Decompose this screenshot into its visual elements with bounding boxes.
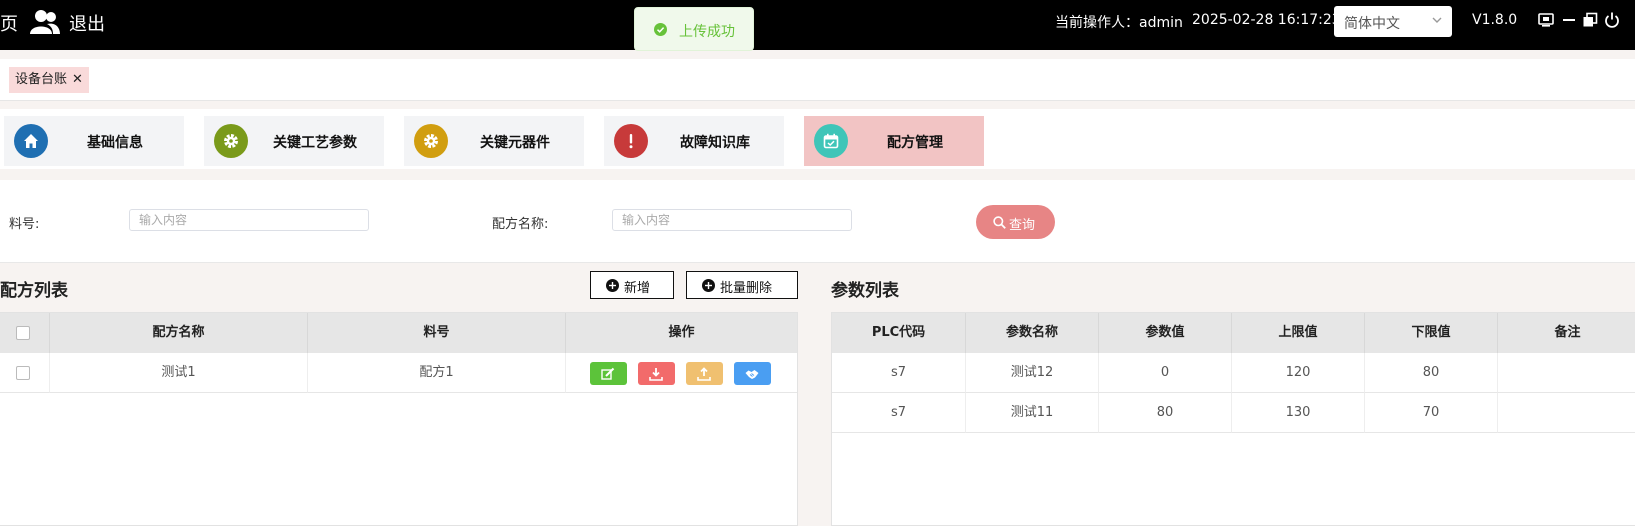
add-label: 新增 [624,281,651,296]
version-label: V1.8.0 [1472,12,1518,28]
module-key-process-params[interactable]: 关键工艺参数 [204,116,384,166]
param-value-cell: 80 [1099,393,1232,433]
home-link[interactable]: 页 [0,10,18,36]
module-recipe-management[interactable]: 配方管理 [804,116,984,166]
param-list-title: 参数列表 [831,281,899,301]
handshake-icon [745,370,759,379]
batch-delete-label: 批量删除 [720,281,773,296]
col-param-value: 参数值 [1099,313,1232,353]
recipe-name-input[interactable] [612,209,852,231]
close-icon[interactable]: ✕ [72,72,83,87]
query-button[interactable]: 查询 [976,205,1055,239]
param-name-cell: 测试11 [966,393,1099,433]
remark-cell [1498,353,1635,393]
module-key-components[interactable]: 关键元器件 [404,116,584,166]
col-lower-limit: 下限值 [1365,313,1498,353]
edit-button[interactable] [590,362,627,385]
upload-button[interactable] [686,362,723,385]
table-row: s7 [832,393,966,433]
module-label: 故障知识库 [680,135,750,151]
top-bar: 页 退出 当前操作人：admin 2025-02-28 16:17:23 简体中… [0,0,1635,50]
chevron-down-icon [1432,17,1442,23]
screen-icon[interactable] [1538,12,1554,28]
batch-delete-button[interactable]: 批量删除 [686,271,798,299]
upper-limit-cell: 130 [1232,393,1365,433]
recipe-name-label: 配方名称: [492,217,549,232]
restore-icon[interactable] [1582,12,1598,28]
col-actions: 操作 [566,313,797,353]
param-name-cell: 测试12 [966,353,1099,393]
param-value-cell: 0 [1099,353,1232,393]
table-row: s7 [832,353,966,393]
add-button[interactable]: 新增 [590,271,674,299]
module-label: 关键工艺参数 [273,135,357,151]
module-label: 配方管理 [887,135,943,151]
select-all-header [0,313,50,353]
edit-icon [601,367,615,380]
recipe-list-title: 配方列表 [0,281,68,301]
query-label: 查询 [1009,218,1036,233]
home-icon [24,134,38,148]
module-label: 基础信息 [87,135,143,151]
material-label: 料号: [9,217,40,232]
material-cell: 配方1 [308,353,566,393]
exclamation-icon [629,134,633,149]
toast-message: 上传成功 [679,24,735,40]
col-param-name: 参数名称 [966,313,1099,353]
material-input[interactable] [129,209,369,231]
plus-circle-icon [606,279,619,292]
module-label: 关键元器件 [480,135,550,151]
current-operator: 当前操作人：admin [1055,15,1183,31]
module-fault-knowledge[interactable]: 故障知识库 [604,116,784,166]
lower-limit-cell: 80 [1365,353,1498,393]
check-circle-icon [654,23,667,36]
language-value: 简体中文 [1344,16,1400,32]
upload-icon [697,367,711,381]
col-material: 料号 [308,313,566,353]
tab-tag-bar: 设备台账 ✕ [0,59,1635,101]
download-button[interactable] [638,362,675,385]
col-upper-limit: 上限值 [1232,313,1365,353]
lower-limit-cell: 70 [1365,393,1498,433]
current-datetime: 2025-02-28 16:17:23 [1192,12,1341,28]
tag-label: 设备台账 [15,72,68,87]
col-remark: 备注 [1498,313,1635,353]
table-row [0,353,50,393]
sync-button[interactable] [734,362,771,385]
row-checkbox[interactable] [16,366,30,380]
col-plc-code: PLC代码 [832,313,966,353]
select-all-checkbox[interactable] [16,326,30,340]
upper-limit-cell: 120 [1232,353,1365,393]
logout-button[interactable]: 退出 [69,10,105,36]
minimize-icon[interactable] [1561,12,1577,28]
calendar-icon [823,133,839,149]
language-select[interactable]: 简体中文 [1334,6,1452,37]
module-nav: 基础信息 关键工艺参数 关键元器件 故障知识库 配方管理 [0,109,1635,169]
module-basic-info[interactable]: 基础信息 [4,116,184,166]
download-icon [649,368,663,381]
gear-icon [224,134,238,148]
col-recipe-name: 配方名称 [50,313,308,353]
actions-cell [566,353,797,393]
users-icon [30,10,60,34]
gear-icon [424,134,438,148]
remark-cell [1498,393,1635,433]
search-panel: 料号: 配方名称: 查询 [0,180,1635,263]
tag-device-ledger[interactable]: 设备台账 ✕ [9,67,89,93]
plus-circle-icon [702,279,715,292]
param-table: PLC代码 参数名称 参数值 上限值 下限值 备注 s7 测试12 0 120 … [831,312,1635,526]
recipe-name-cell: 测试1 [50,353,308,393]
success-toast: 上传成功 [634,7,754,51]
search-icon [993,216,1006,229]
power-icon[interactable] [1604,12,1620,28]
recipe-table: 配方名称 料号 操作 测试1 配方1 [0,312,798,526]
